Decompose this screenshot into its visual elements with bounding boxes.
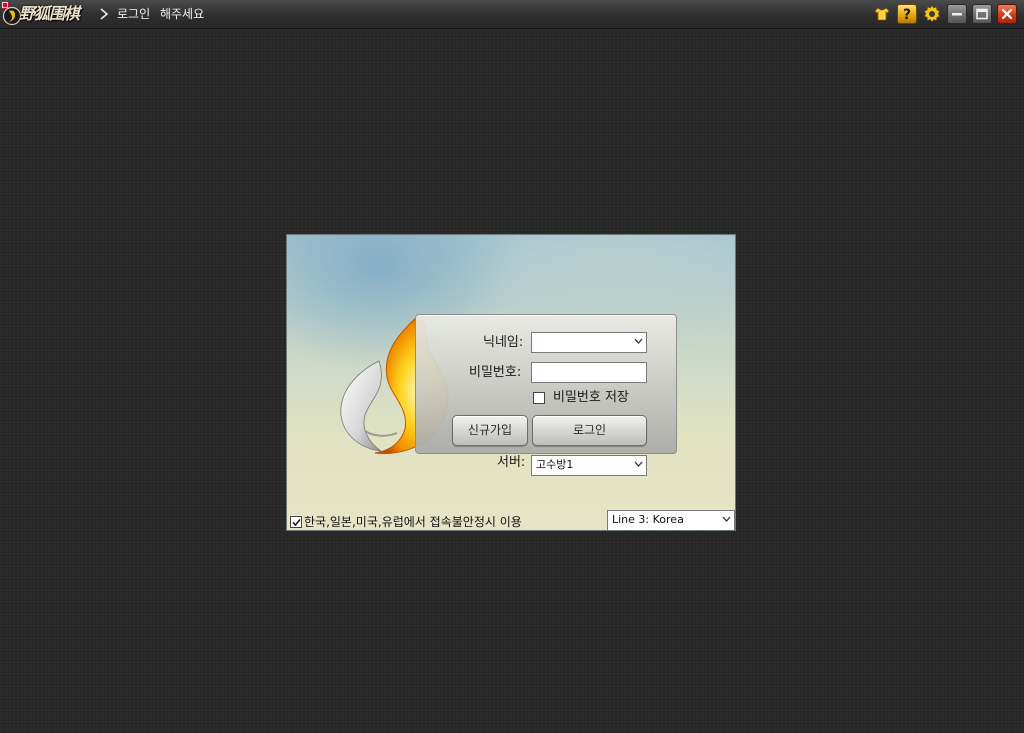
maximize-button[interactable] [972, 4, 992, 24]
close-icon [1001, 8, 1013, 20]
nickname-label: 닉네임: [483, 335, 524, 350]
maximize-icon [976, 8, 988, 20]
save-password-checkbox[interactable] [533, 392, 545, 404]
skin-button[interactable] [872, 4, 892, 24]
minimize-button[interactable] [947, 4, 967, 24]
close-button[interactable] [997, 4, 1017, 24]
settings-button[interactable] [922, 4, 942, 24]
login-dialog: 닉네임: 비밀번호: 비밀번호 저장 신규가입 로그인 서버: 고수방1 한국,… [286, 234, 736, 531]
password-label: 비밀번호: [469, 365, 522, 380]
app-name: 野狐围棋 [19, 4, 80, 23]
breadcrumb-item-login: 로그인 [117, 7, 151, 21]
login-button[interactable]: 로그인 [532, 415, 647, 446]
server-select[interactable]: 고수방1 [531, 455, 647, 476]
signup-button[interactable]: 신규가입 [452, 415, 528, 446]
breadcrumb: 로그인 해주세요 [117, 6, 210, 22]
checkmark-icon [292, 519, 301, 527]
chevron-down-icon [634, 461, 643, 467]
save-password-label: 비밀번호 저장 [553, 390, 629, 405]
line-select[interactable]: Line 3: Korea [607, 510, 735, 530]
help-icon: ? [903, 7, 911, 23]
chevron-down-icon [634, 338, 643, 344]
gear-icon [924, 4, 940, 23]
minimize-icon [952, 13, 962, 16]
server-value: 고수방1 [536, 458, 574, 471]
help-button[interactable]: ? [897, 4, 917, 24]
stable-connection-label: 한국,일본,미국,유럽에서 접속불안정시 이용 [304, 515, 522, 529]
stable-connection-checkbox[interactable] [290, 516, 302, 528]
shirt-icon [874, 7, 890, 21]
server-label: 서버: [497, 455, 526, 470]
title-bar: 野狐围棋 로그인 해주세요 ? [0, 0, 1024, 29]
breadcrumb-item-please: 해주세요 [159, 7, 205, 21]
line-value: Line 3: Korea [612, 513, 684, 526]
chevron-right-icon [100, 8, 109, 20]
svg-text:?: ? [903, 7, 911, 23]
chevron-down-icon [722, 516, 731, 522]
password-field[interactable] [531, 362, 647, 383]
nickname-combobox[interactable] [531, 332, 647, 353]
